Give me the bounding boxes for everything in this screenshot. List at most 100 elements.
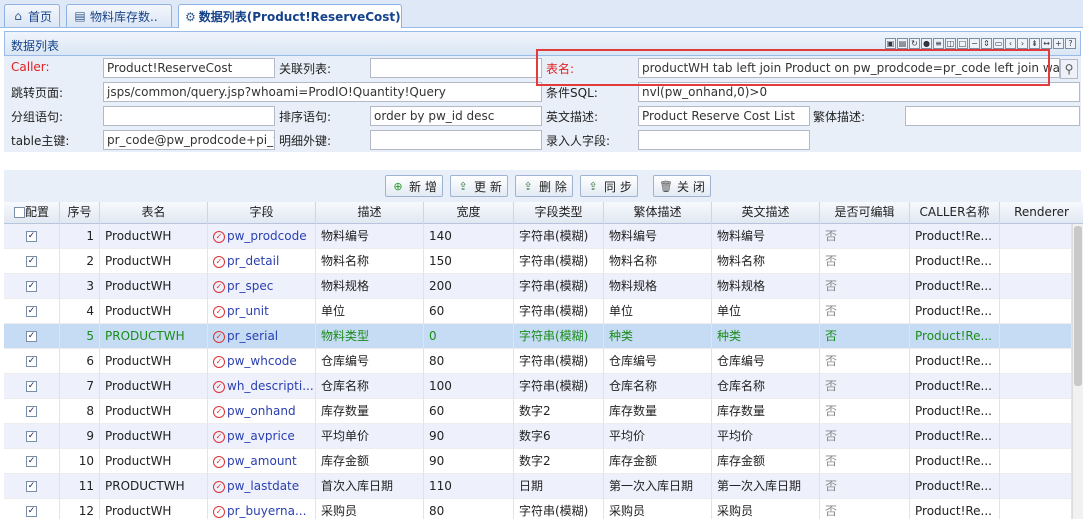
row-checkbox-cell[interactable]: ✓ [4, 349, 60, 374]
field-name: pw_avprice [227, 429, 295, 443]
column-header-config[interactable]: 配置 [4, 202, 60, 224]
tab-data-list[interactable]: ⚙ 数据列表(Product!ReserveCost) ✕ [178, 4, 402, 28]
row-checkbox[interactable]: ✓ [26, 381, 37, 392]
prev-icon[interactable]: ‹ [1005, 38, 1016, 49]
row-checkbox-cell[interactable]: ✓ [4, 374, 60, 399]
table-row[interactable]: ✓ 3 ProductWH ✓ pr_spec 物料规格 200 字符串(模糊) 物料规格 物料规… [4, 274, 1072, 299]
list-icon[interactable]: ≡ [933, 38, 944, 49]
plus-icon[interactable]: + [1053, 38, 1064, 49]
row-checkbox[interactable]: ✓ [26, 456, 37, 467]
update-button[interactable]: ⇪ 更 新 [450, 175, 508, 197]
column-header-no[interactable]: 序号 [60, 202, 100, 224]
help-icon[interactable]: ? [1065, 38, 1076, 49]
row-field: ✓ pr_detail [208, 249, 316, 274]
group-field[interactable] [103, 106, 275, 126]
toggle-icon[interactable]: ⇕ [981, 38, 992, 49]
row-checkbox-cell[interactable]: ✓ [4, 399, 60, 424]
table-row[interactable]: ✓ 5 PRODUCTWH ✓ pr_serial 物料类型 0 字符串(模糊) 种类 种类否 Pr… [4, 324, 1072, 349]
expand-icon[interactable]: ↔ [1041, 38, 1052, 49]
row-tc-desc: 第一次入库日期 [604, 474, 712, 499]
table-row[interactable]: ✓ 2 ProductWH ✓ pr_detail 物料名称 150 字符串(模糊) 物料名称物… [4, 249, 1072, 274]
vertical-scrollbar[interactable] [1072, 224, 1083, 519]
maximize-icon[interactable]: □ [957, 38, 968, 49]
column-header-width[interactable]: 宽度 [424, 202, 514, 224]
related-list-field[interactable] [370, 58, 542, 78]
select-all-checkbox[interactable] [13, 207, 25, 218]
row-checkbox-cell[interactable]: ✓ [4, 224, 60, 249]
gear-icon[interactable]: ● [921, 38, 932, 49]
row-checkbox-cell[interactable]: ✓ [4, 249, 60, 274]
delete-button[interactable]: ⇪ 删 除 [515, 175, 573, 197]
column-header-type[interactable]: 字段类型 [514, 202, 604, 224]
row-checkbox-cell[interactable]: ✓ [4, 299, 60, 324]
row-checkbox[interactable]: ✓ [26, 256, 37, 267]
column-header-renderer[interactable]: Renderer [1000, 202, 1083, 224]
refresh-icon[interactable]: ↻ [909, 38, 920, 49]
tc-desc-field[interactable] [905, 106, 1080, 126]
row-no: 7 [60, 374, 100, 399]
row-checkbox-cell[interactable]: ✓ [4, 474, 60, 499]
row-renderer [1000, 249, 1072, 274]
column-header-desc[interactable]: 描述 [316, 202, 424, 224]
table-row[interactable]: ✓ 7 ProductWH ✓ wh_descripti... 仓库名称 100 字符串(模糊… [4, 374, 1072, 399]
table-row[interactable]: ✓ 8 ProductWH ✓ pw_onhand 库存数量 60 数字2 库存数量 库存数量否 P… [4, 399, 1072, 424]
field-check-icon: ✓ [213, 330, 225, 343]
table-row[interactable]: ✓ 6 ProductWH ✓ pw_whcode 仓库编号 80 字符串(模糊) 仓库编号 仓库… [4, 349, 1072, 374]
row-checkbox[interactable]: ✓ [26, 306, 37, 317]
row-checkbox[interactable]: ✓ [26, 231, 37, 242]
restore-icon[interactable]: ◫ [945, 38, 956, 49]
minimize-icon[interactable]: − [969, 38, 980, 49]
row-checkbox-cell[interactable]: ✓ [4, 499, 60, 519]
sync-button[interactable]: ⇪ 同 步 [580, 175, 638, 197]
next-icon[interactable]: › [1017, 38, 1028, 49]
column-header-caller[interactable]: CALLER名称 [910, 202, 1000, 224]
table-row[interactable]: ✓ 11 PRODUCTWH ✓ pw_lastdate 首次入库日期 110 日期 第一次入库… [4, 474, 1072, 499]
column-header-table[interactable]: 表名 [100, 202, 208, 224]
column-header-editable[interactable]: 是否可编辑 [820, 202, 910, 224]
collapse-icon[interactable]: ▭ [993, 38, 1004, 49]
print-icon[interactable]: ▣ [885, 38, 896, 49]
row-table: ProductWH [100, 249, 208, 274]
column-header-field[interactable]: 字段 [208, 202, 316, 224]
row-checkbox-cell[interactable]: ✓ [4, 274, 60, 299]
row-tc-desc: 采购员 [604, 499, 712, 519]
table-row[interactable]: ✓ 12 ProductWH ✓ pr_buyerna... 采购员 80 字符串(模糊) 采购… [4, 499, 1072, 519]
table-name-field[interactable]: productWH tab left join Product on pw_pr… [638, 58, 1060, 78]
table-row[interactable]: ✓ 10 ProductWH ✓ pw_amount 库存金额 90 数字2 库存金额 库存金额否… [4, 449, 1072, 474]
add-button[interactable]: ⊕ 新 增 [385, 175, 443, 197]
column-header-tc[interactable]: 繁体描述 [604, 202, 712, 224]
row-renderer [1000, 374, 1072, 399]
table-pk-field[interactable]: pr_code@pw_prodcode+pi_w [103, 130, 275, 150]
pin-icon[interactable]: ⇟ [1029, 38, 1040, 49]
row-renderer [1000, 349, 1072, 374]
detail-fk-field[interactable] [370, 130, 542, 150]
close-button[interactable]: 🗑 关 闭 [653, 175, 711, 197]
order-field[interactable]: order by pw_id desc [370, 106, 542, 126]
row-tc-desc: 仓库编号 [604, 349, 712, 374]
scroll-thumb[interactable] [1074, 226, 1082, 386]
table-row[interactable]: ✓ 9 ProductWH ✓ pw_avprice 平均单价 90 数字6 平均价 平均价否 Pr… [4, 424, 1072, 449]
detail-fk-label: 明细外键: [279, 134, 332, 148]
column-header-en[interactable]: 英文描述 [712, 202, 820, 224]
row-checkbox[interactable]: ✓ [26, 281, 37, 292]
tab-material-stock[interactable]: ▤ 物料库存数.. [66, 4, 172, 27]
row-checkbox[interactable]: ✓ [26, 406, 37, 417]
jump-page-field[interactable]: jsps/common/query.jsp?whoami=ProdIO!Quan… [103, 82, 542, 102]
table-row[interactable]: ✓ 4 ProductWH ✓ pr_unit 单位 60 字符串(模糊) 单位 单位否 Produ… [4, 299, 1072, 324]
search-icon[interactable]: ⚲ [1060, 59, 1078, 79]
row-checkbox[interactable]: ✓ [26, 431, 37, 442]
row-checkbox-cell[interactable]: ✓ [4, 424, 60, 449]
en-desc-field[interactable]: Product Reserve Cost List [638, 106, 810, 126]
row-checkbox[interactable]: ✓ [26, 356, 37, 367]
tab-home[interactable]: ⌂ 首页 [4, 4, 60, 27]
row-checkbox[interactable]: ✓ [26, 481, 37, 492]
row-checkbox-cell[interactable]: ✓ [4, 449, 60, 474]
recorder-field[interactable] [638, 130, 810, 150]
table-row[interactable]: ✓ 1 ProductWH ✓ pw_prodcode 物料编号 140 字符串(模糊) 物料编… [4, 224, 1072, 249]
save-icon[interactable]: ▤ [897, 38, 908, 49]
row-checkbox-cell[interactable]: ✓ [4, 324, 60, 349]
condition-sql-field[interactable]: nvl(pw_onhand,0)>0 [638, 82, 1080, 102]
row-checkbox[interactable]: ✓ [26, 331, 37, 342]
caller-field[interactable]: Product!ReserveCost [103, 58, 275, 78]
row-checkbox[interactable]: ✓ [26, 506, 37, 517]
